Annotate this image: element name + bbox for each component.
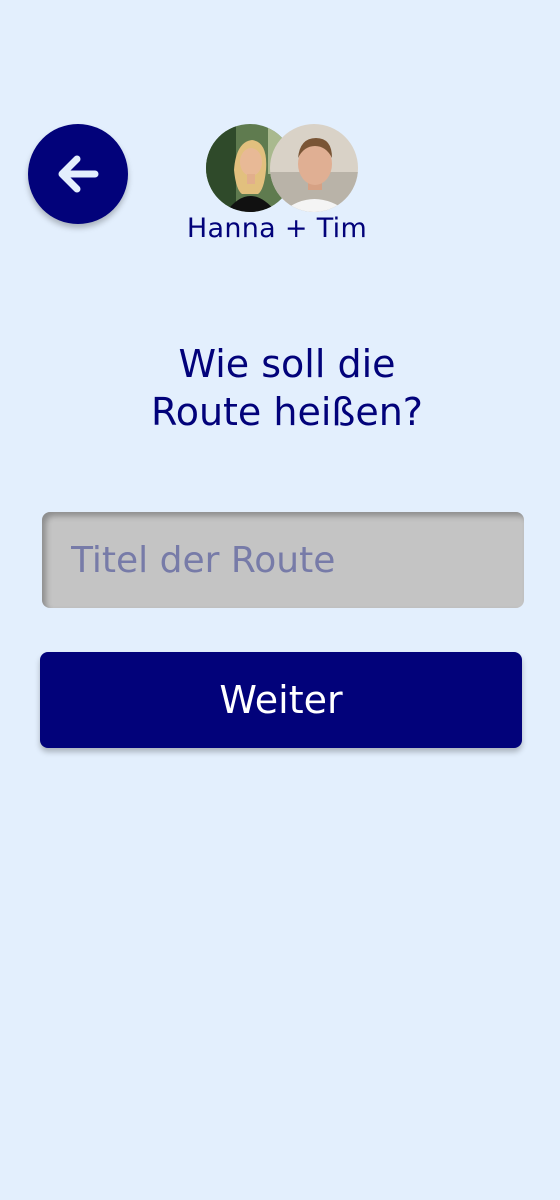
avatar-tim: [270, 124, 358, 212]
arrow-left-icon: [55, 151, 101, 197]
participants-label: Hanna + Tim: [186, 213, 368, 244]
route-title-input[interactable]: [42, 512, 524, 608]
participant-avatars: [206, 124, 360, 214]
back-button[interactable]: [28, 124, 128, 224]
next-button[interactable]: Weiter: [40, 652, 522, 748]
question-line-1: Wie soll die: [178, 342, 396, 386]
question-line-2: Route heißen?: [151, 390, 423, 434]
route-name-question: Wie soll die Route heißen?: [60, 340, 514, 436]
